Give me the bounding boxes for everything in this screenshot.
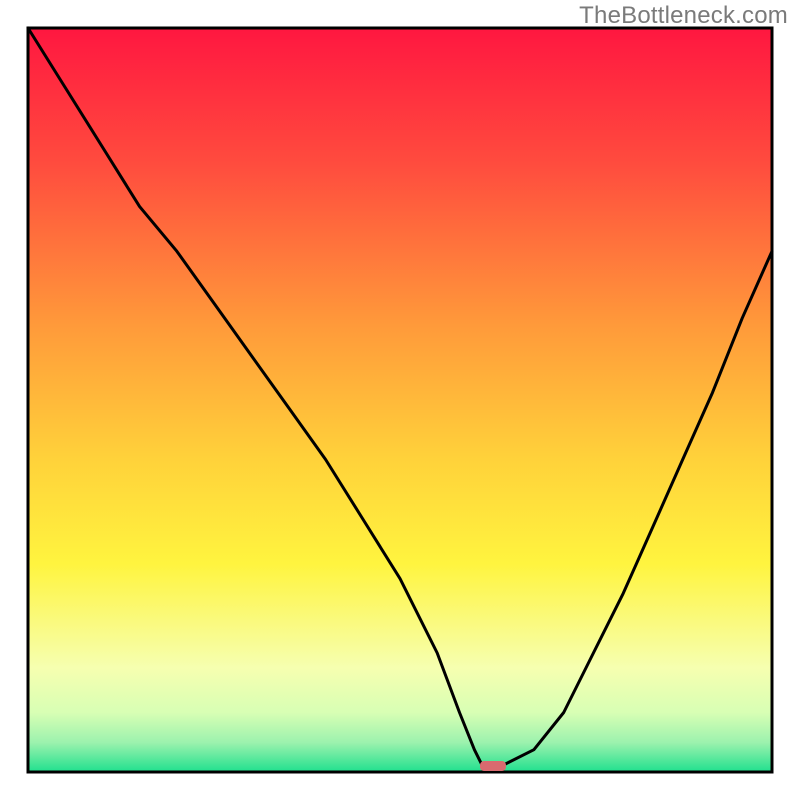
chart-frame: TheBottleneck.com [0, 0, 800, 800]
watermark-text: TheBottleneck.com [579, 2, 788, 30]
plot-background [28, 28, 772, 772]
bottleneck-chart [0, 0, 800, 800]
optimal-marker [480, 761, 506, 771]
